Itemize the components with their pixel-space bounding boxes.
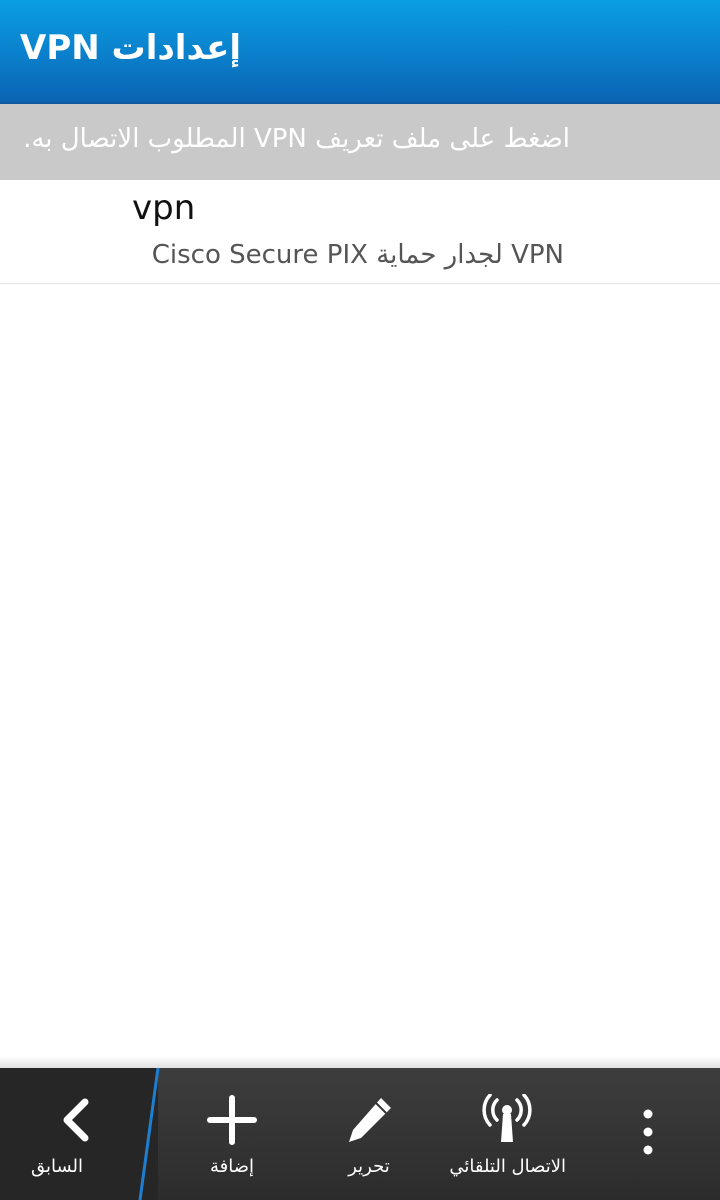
action-bar-shadow <box>0 1056 720 1068</box>
edit-label: تحرير <box>348 1156 390 1177</box>
edit-button[interactable]: تحرير <box>309 1068 429 1200</box>
action-bar: السابق إضافة تحرير الاتصال التلقائي <box>0 1068 720 1200</box>
chevron-left-icon <box>63 1098 89 1142</box>
action-bar-separator <box>138 1068 160 1200</box>
back-label: السابق <box>30 1156 84 1177</box>
antenna-icon <box>482 1094 532 1142</box>
auto-connect-label: الاتصال التلقائي <box>449 1156 566 1177</box>
instruction-text: اضغط على ملف تعريف VPN المطلوب الاتصال ب… <box>23 124 570 154</box>
title-bar: إعدادات VPN <box>0 0 720 104</box>
pencil-icon <box>349 1098 391 1142</box>
instruction-bar: اضغط على ملف تعريف VPN المطلوب الاتصال ب… <box>0 104 720 180</box>
auto-connect-button[interactable]: الاتصال التلقائي <box>448 1068 566 1200</box>
back-button[interactable]: السابق <box>0 1068 158 1200</box>
add-button[interactable]: إضافة <box>172 1068 292 1200</box>
overflow-menu-button[interactable] <box>608 1068 688 1200</box>
vpn-profile-type: VPN لجدار حماية Cisco Secure PIX <box>151 240 564 270</box>
vpn-profile-name: vpn <box>132 188 196 228</box>
vpn-profile-item[interactable]: vpn VPN لجدار حماية Cisco Secure PIX <box>0 180 720 284</box>
add-label: إضافة <box>209 1156 255 1177</box>
plus-icon <box>207 1095 257 1145</box>
empty-list-area <box>0 284 720 1056</box>
page-title: إعدادات VPN <box>20 28 241 68</box>
overflow-dots-icon <box>643 1109 653 1155</box>
